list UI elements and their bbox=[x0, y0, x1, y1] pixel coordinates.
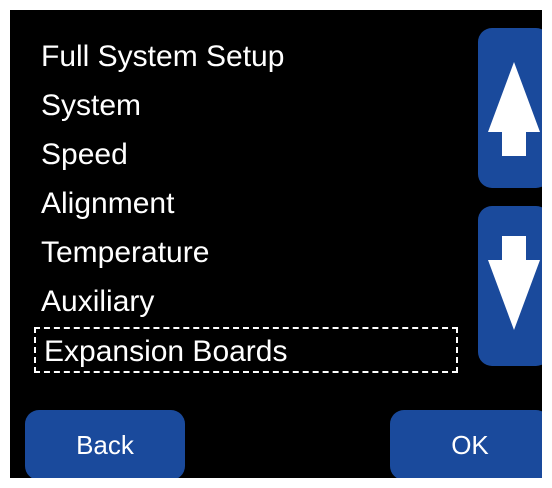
back-button[interactable]: Back bbox=[25, 410, 185, 478]
menu-item-system[interactable]: System bbox=[41, 83, 141, 129]
menu-item-alignment[interactable]: Alignment bbox=[41, 181, 174, 227]
menu-item-expansion-boards[interactable]: Expansion Boards bbox=[34, 327, 458, 373]
scroll-down-button[interactable] bbox=[478, 206, 542, 366]
arrow-up-icon bbox=[488, 62, 540, 156]
arrow-down-icon bbox=[488, 236, 540, 330]
ok-button[interactable]: OK bbox=[390, 410, 542, 478]
menu-item-full-system-setup[interactable]: Full System Setup bbox=[41, 34, 284, 80]
device-screen: Full System Setup System Speed Alignment… bbox=[10, 10, 542, 478]
menu-item-temperature[interactable]: Temperature bbox=[41, 230, 209, 276]
menu-item-speed[interactable]: Speed bbox=[41, 132, 128, 178]
menu-item-auxiliary[interactable]: Auxiliary bbox=[41, 279, 154, 325]
scroll-up-button[interactable] bbox=[478, 28, 542, 188]
